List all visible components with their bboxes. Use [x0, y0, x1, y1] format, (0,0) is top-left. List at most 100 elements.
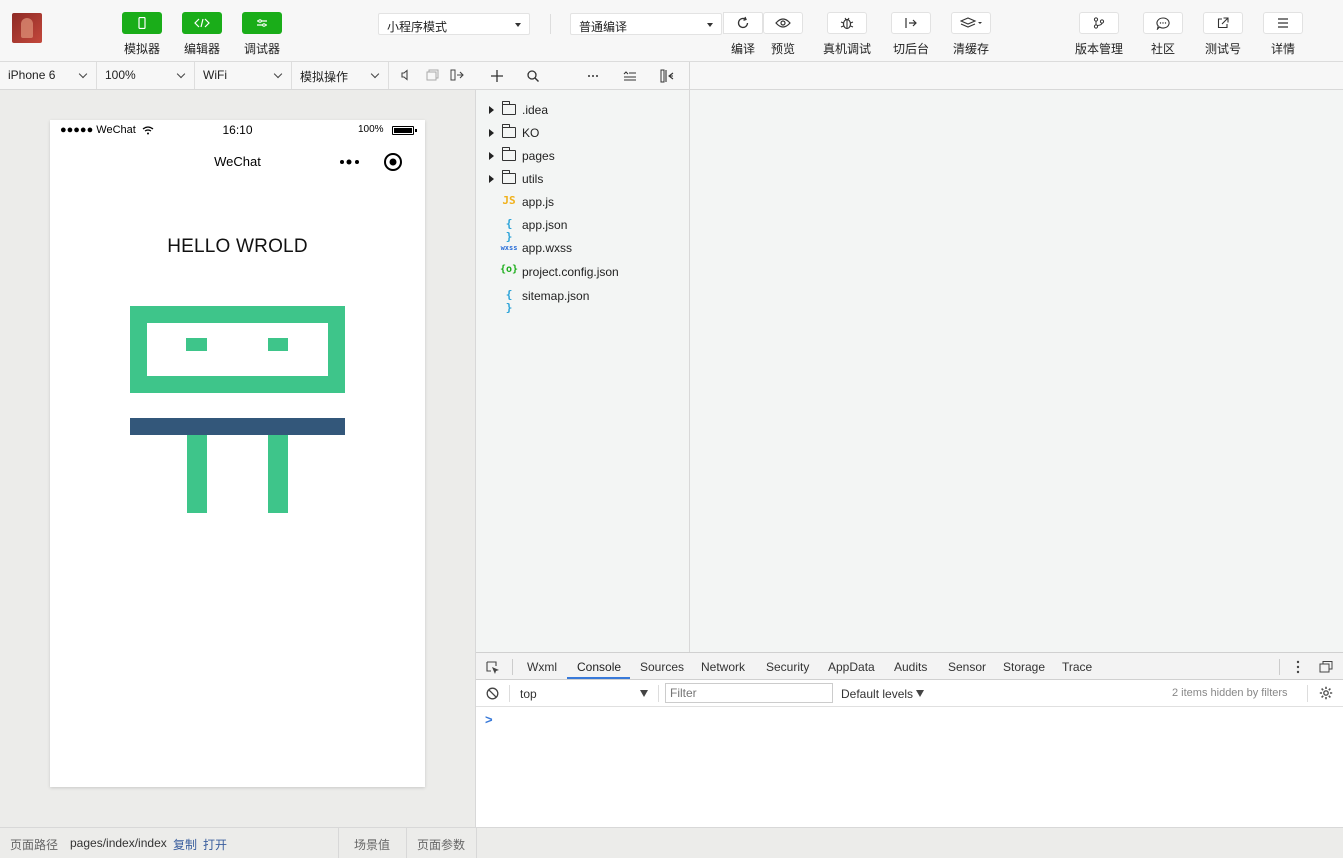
caret-down-icon: [707, 23, 713, 27]
bug-icon: [840, 17, 854, 30]
editor-toggle-button[interactable]: [182, 12, 222, 34]
hide-tree-icon[interactable]: [660, 69, 674, 83]
tree-folder-pages[interactable]: pages: [476, 145, 690, 167]
tree-folder-ko[interactable]: KO: [476, 122, 690, 144]
remote-debug-label: 真机调试: [822, 42, 871, 56]
tree-item-label: app.wxss: [522, 241, 573, 255]
copy-path-link[interactable]: 复制: [173, 836, 197, 853]
log-levels-value: Default levels: [841, 687, 914, 701]
folder-icon: [501, 124, 516, 138]
compile-mode-select[interactable]: 普通编译: [570, 13, 722, 35]
more-icon[interactable]: [586, 69, 600, 83]
zoom-select[interactable]: 100%: [97, 62, 195, 89]
switch-background-button[interactable]: [891, 12, 931, 34]
community-button[interactable]: [1143, 12, 1183, 34]
version-control-label: 版本管理: [1074, 42, 1123, 56]
folder-icon: [501, 170, 516, 184]
details-button[interactable]: [1263, 12, 1303, 34]
context-select[interactable]: top: [514, 683, 654, 704]
simulator-toggle-button[interactable]: [122, 12, 162, 34]
compile-button[interactable]: [723, 12, 763, 34]
chevron-down-icon: [176, 69, 186, 79]
device-select[interactable]: iPhone 6: [0, 62, 97, 89]
robot-left-leg: [187, 435, 207, 513]
editor-area[interactable]: [690, 90, 1343, 652]
chat-icon: [1156, 16, 1170, 30]
preview-label: 预览: [770, 42, 795, 56]
clear-console-icon[interactable]: [486, 687, 499, 700]
status-bar: 页面路径 pages/index/index 复制 打开 场景值 页面参数: [0, 827, 1343, 858]
tab-security[interactable]: Security: [766, 660, 809, 674]
config-file-icon: {o}: [500, 264, 519, 275]
expand-arrow-icon[interactable]: [489, 129, 494, 137]
simulator-label: 模拟器: [123, 42, 160, 56]
tab-sensor[interactable]: Sensor: [948, 660, 986, 674]
open-path-link[interactable]: 打开: [203, 836, 227, 853]
js-file-icon: JS: [502, 194, 516, 207]
window-icon[interactable]: [425, 68, 439, 82]
debugger-toggle-button[interactable]: [242, 12, 282, 34]
details-label: 详情: [1270, 42, 1295, 56]
robot-right-leg: [268, 435, 288, 513]
tree-folder-utils[interactable]: utils: [476, 168, 690, 190]
filter-divider: [1307, 685, 1308, 702]
tab-appdata[interactable]: AppData: [828, 660, 875, 674]
close-miniprogram-icon[interactable]: [383, 152, 403, 172]
log-levels-select[interactable]: Default levels: [841, 683, 931, 704]
simulate-operation-select[interactable]: 模拟操作: [292, 62, 389, 89]
robot-head: [130, 306, 345, 393]
tab-audits[interactable]: Audits: [894, 660, 927, 674]
robot-left-eye: [186, 338, 207, 351]
tree-file-app-wxss[interactable]: wxss app.wxss: [476, 237, 690, 259]
search-icon[interactable]: [526, 69, 540, 83]
tab-trace[interactable]: Trace: [1062, 660, 1092, 674]
tab-sources[interactable]: Sources: [640, 660, 684, 674]
context-value: top: [520, 687, 537, 701]
tree-file-sitemap-json[interactable]: { } sitemap.json: [476, 285, 690, 314]
tree-folder-idea[interactable]: .idea: [476, 99, 690, 121]
tab-wxml[interactable]: Wxml: [527, 660, 557, 674]
phone-screen[interactable]: ●●●●● WeChat 16:10 100% WeChat HELLO WRO…: [50, 120, 425, 787]
compile-label: 编译: [730, 42, 755, 56]
expand-arrow-icon[interactable]: [489, 152, 494, 160]
scene-value-button[interactable]: 场景值: [354, 836, 390, 853]
hello-text: HELLO WROLD: [167, 236, 308, 257]
menu-icon: [1278, 18, 1288, 28]
add-file-icon[interactable]: [490, 69, 504, 83]
more-dots-icon[interactable]: [338, 156, 362, 168]
page-title: WeChat: [214, 154, 261, 169]
version-control-button[interactable]: [1079, 12, 1119, 34]
tab-storage[interactable]: Storage: [1003, 660, 1045, 674]
gear-icon[interactable]: [1319, 686, 1333, 700]
kebab-menu-icon[interactable]: [1295, 660, 1301, 674]
console-filter-input[interactable]: [665, 683, 833, 703]
detach-icon[interactable]: [450, 68, 464, 82]
collapse-all-icon[interactable]: [623, 69, 637, 83]
inspect-element-icon[interactable]: [486, 661, 500, 675]
preview-button[interactable]: [763, 12, 803, 34]
simulator-area: ●●●●● WeChat 16:10 100% WeChat HELLO WRO…: [0, 90, 476, 827]
sliders-icon: [257, 19, 267, 27]
remote-debug-button[interactable]: [827, 12, 867, 34]
undock-icon[interactable]: [1319, 660, 1333, 674]
tree-item-label: KO: [522, 126, 540, 140]
clear-cache-button[interactable]: [951, 12, 991, 34]
tree-file-app-json[interactable]: { } app.json: [476, 214, 690, 243]
network-select[interactable]: WiFi: [195, 62, 292, 89]
tab-console[interactable]: Console: [577, 660, 621, 674]
external-link-icon: [1217, 17, 1229, 29]
volume-icon[interactable]: [399, 68, 413, 82]
tree-item-label: app.json: [522, 218, 568, 232]
page-params-button[interactable]: 页面参数: [417, 836, 465, 853]
chevron-down-icon: [273, 69, 283, 79]
tree-file-app-js[interactable]: JS app.js: [476, 191, 690, 213]
user-avatar[interactable]: [12, 13, 42, 43]
console-output[interactable]: >: [476, 707, 1343, 827]
hidden-items-message: 2 items hidden by filters: [1172, 687, 1288, 699]
test-account-button[interactable]: [1203, 12, 1243, 34]
tab-network[interactable]: Network: [701, 660, 745, 674]
expand-arrow-icon[interactable]: [489, 175, 494, 183]
tree-file-project-config[interactable]: {o} project.config.json: [476, 261, 690, 283]
expand-arrow-icon[interactable]: [489, 106, 494, 114]
mode-select[interactable]: 小程序模式: [378, 13, 530, 35]
